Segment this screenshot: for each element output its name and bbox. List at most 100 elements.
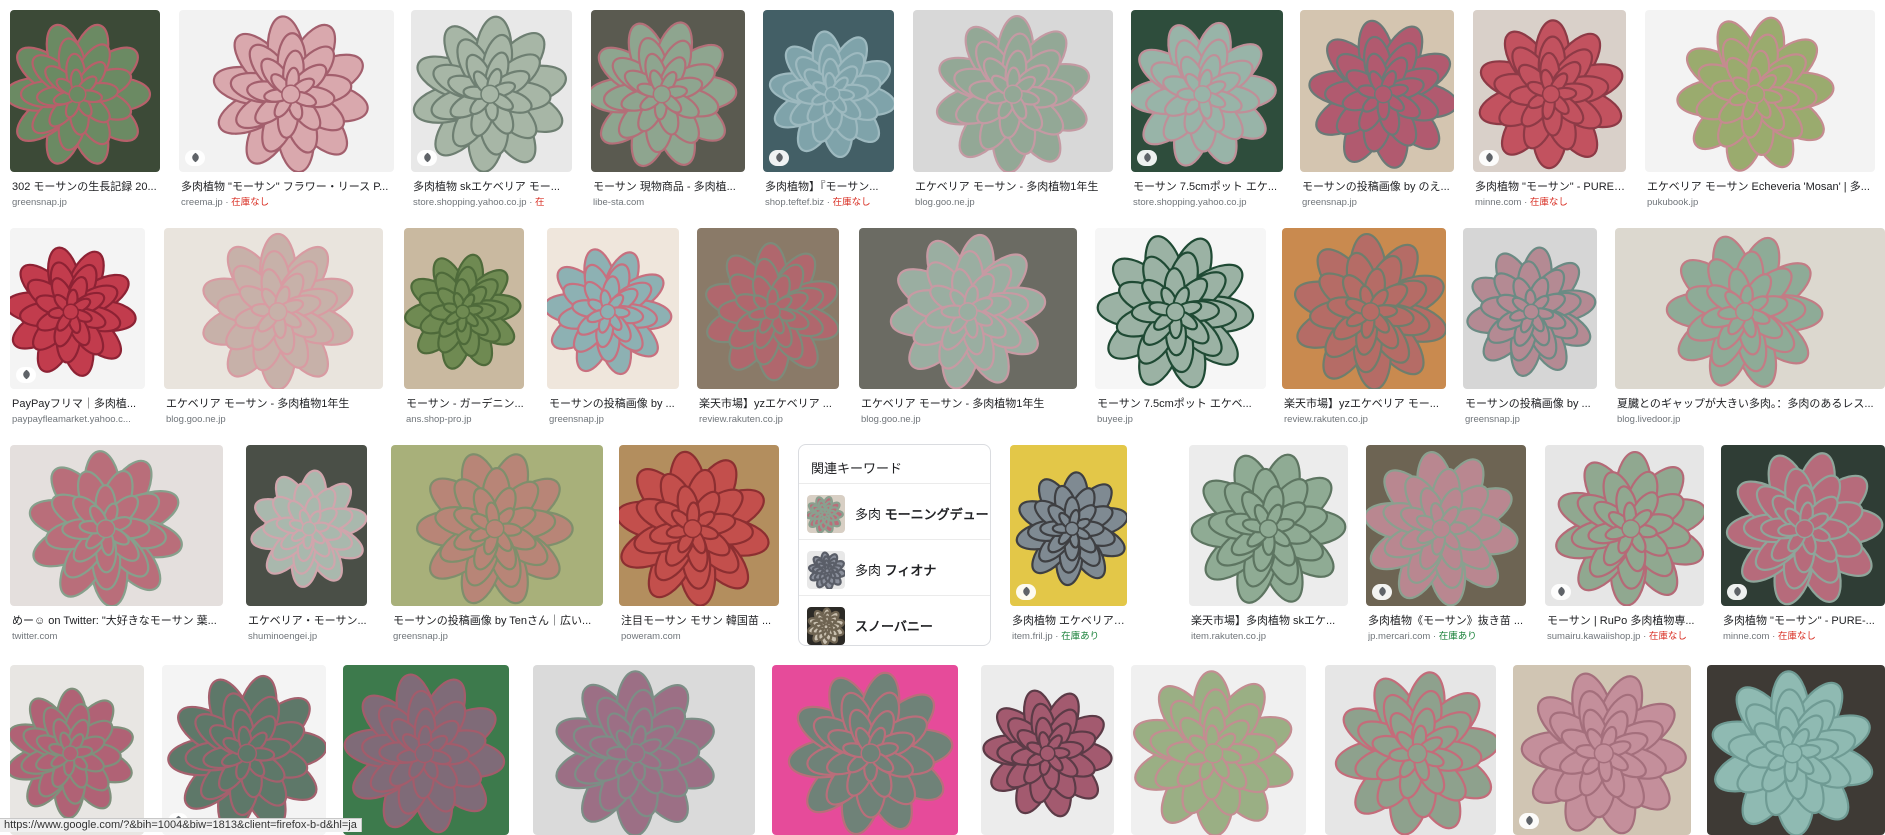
image-thumbnail[interactable]: [179, 10, 394, 172]
image-result-tile[interactable]: 楽天市場】yzエケベリア ... review.rakuten.co.jp: [697, 228, 839, 425]
image-thumbnail[interactable]: [1366, 445, 1526, 606]
image-thumbnail[interactable]: [619, 445, 779, 606]
image-result-tile[interactable]: [533, 665, 755, 835]
image-caption[interactable]: 注目モーサン モサン 韓国苗 ...: [621, 614, 779, 628]
image-result-tile[interactable]: モーサン 現物商品 - 多肉植... libe-sta.com: [591, 10, 745, 208]
image-thumbnail[interactable]: [1282, 228, 1446, 389]
image-result-tile[interactable]: [981, 665, 1114, 835]
image-caption[interactable]: エケベリア モーサン - 多肉植物1年生: [861, 397, 1077, 411]
image-thumbnail[interactable]: [411, 10, 572, 172]
image-result-tile[interactable]: エケベリア・モーサン... shuminoengei.jp: [246, 445, 367, 642]
image-caption[interactable]: 多肉植物 skエケベリア モー...: [413, 180, 572, 194]
image-thumbnail[interactable]: [1095, 228, 1266, 389]
image-caption[interactable]: エケベリア・モーサン...: [248, 614, 367, 628]
image-caption[interactable]: 多肉植物】『モーサン...: [765, 180, 894, 194]
image-caption[interactable]: 夏臓とのギャップが大きい多肉。：多肉のあるレス...: [1617, 397, 1885, 411]
related-keyword-item[interactable]: 多肉 モーニングデュー: [799, 483, 990, 540]
image-thumbnail[interactable]: [913, 10, 1113, 172]
image-caption[interactable]: 多肉植物《モーサン》抜き苗 ...: [1368, 614, 1526, 628]
image-thumbnail[interactable]: [1645, 10, 1875, 172]
image-caption[interactable]: めー☺ on Twitter: "大好きなモーサン 葉...: [12, 614, 223, 628]
image-caption[interactable]: 楽天市場】yzエケベリア モー...: [1284, 397, 1446, 411]
image-result-tile[interactable]: 多肉植物 "モーサン" - PURE-... minne.com · 在庫なし: [1473, 10, 1626, 208]
image-thumbnail[interactable]: [391, 445, 603, 606]
image-result-tile[interactable]: 楽天市場】yzエケベリア モー... review.rakuten.co.jp: [1282, 228, 1446, 425]
image-caption[interactable]: モーサンの投稿画像 by ...: [1465, 397, 1597, 411]
image-thumbnail[interactable]: [1721, 445, 1885, 606]
image-result-tile[interactable]: [162, 665, 326, 835]
image-thumbnail[interactable]: [164, 228, 383, 389]
image-caption[interactable]: モーサンの投稿画像 by Tenさん｜広い...: [393, 614, 603, 628]
image-caption[interactable]: モーサン 現物商品 - 多肉植...: [593, 180, 745, 194]
image-thumbnail[interactable]: [1189, 445, 1348, 606]
image-thumbnail[interactable]: [162, 665, 326, 835]
image-result-tile[interactable]: モーサンの投稿画像 by ... greensnap.jp: [1463, 228, 1597, 425]
image-thumbnail[interactable]: [10, 10, 160, 172]
image-thumbnail[interactable]: [1131, 665, 1306, 835]
image-caption[interactable]: 多肉植物 "モーサン" フラワー・リース P...: [181, 180, 394, 194]
image-thumbnail[interactable]: [1325, 665, 1496, 835]
image-result-tile[interactable]: モーサンの投稿画像 by のえ... greensnap.jp: [1300, 10, 1454, 208]
image-caption[interactable]: 多肉植物 "モーサン" - PURE-...: [1475, 180, 1626, 194]
image-caption[interactable]: モーサン 7.5cmポット エケベ...: [1097, 397, 1266, 411]
image-thumbnail[interactable]: [1131, 10, 1283, 172]
image-result-tile[interactable]: エケベリア モーサン Echeveria 'Mosan' | 多... pukub…: [1645, 10, 1875, 208]
image-result-tile[interactable]: モーサン - ガーデニン... ans.shop-pro.jp: [404, 228, 524, 425]
image-thumbnail[interactable]: [547, 228, 679, 389]
image-caption[interactable]: PayPayフリマ｜多肉植...: [12, 397, 145, 411]
image-result-tile[interactable]: 多肉植物】『モーサン... shop.teftef.biz · 在庫なし: [763, 10, 894, 208]
image-result-tile[interactable]: エケベリア モーサン - 多肉植物1年生 blog.goo.ne.jp: [164, 228, 383, 425]
image-thumbnail[interactable]: [1545, 445, 1704, 606]
image-result-tile[interactable]: [1707, 665, 1885, 835]
image-caption[interactable]: 楽天市場】yzエケベリア ...: [699, 397, 839, 411]
image-thumbnail[interactable]: [981, 665, 1114, 835]
image-thumbnail[interactable]: [1615, 228, 1885, 389]
image-result-tile[interactable]: 夏臓とのギャップが大きい多肉。：多肉のあるレス... blog.livedoor.…: [1615, 228, 1885, 425]
image-result-tile[interactable]: モーサンの投稿画像 by ... greensnap.jp: [547, 228, 679, 425]
image-thumbnail[interactable]: [859, 228, 1077, 389]
image-thumbnail[interactable]: [772, 665, 958, 835]
image-result-tile[interactable]: [1325, 665, 1496, 835]
image-thumbnail[interactable]: [343, 665, 509, 835]
image-caption[interactable]: モーサン | RuPo 多肉植物専...: [1547, 614, 1704, 628]
image-thumbnail[interactable]: [1463, 228, 1597, 389]
image-result-tile[interactable]: [1131, 665, 1306, 835]
image-thumbnail[interactable]: [1707, 665, 1885, 835]
image-result-tile[interactable]: 302 モーサンの生長記録 20... greensnap.jp: [10, 10, 160, 208]
image-result-tile[interactable]: [772, 665, 958, 835]
image-result-tile[interactable]: 多肉植物《モーサン》抜き苗 ... jp.mercari.com · 在庫あり: [1366, 445, 1526, 642]
image-caption[interactable]: モーサン 7.5cmポット エケ...: [1133, 180, 1283, 194]
image-caption[interactable]: エケベリア モーサン - 多肉植物1年生: [915, 180, 1113, 194]
image-thumbnail[interactable]: [763, 10, 894, 172]
image-result-tile[interactable]: エケベリア モーサン - 多肉植物1年生 blog.goo.ne.jp: [859, 228, 1077, 425]
image-thumbnail[interactable]: [1513, 665, 1691, 835]
image-result-tile[interactable]: エケベリア モーサン - 多肉植物1年生 blog.goo.ne.jp: [913, 10, 1113, 208]
image-caption[interactable]: 楽天市場】多肉植物 skエケ...: [1191, 614, 1348, 628]
related-keyword-item[interactable]: 多肉 フィオナ: [799, 539, 990, 596]
image-caption[interactable]: エケベリア モーサン Echeveria 'Mosan' | 多...: [1647, 180, 1875, 194]
image-result-tile[interactable]: 注目モーサン モサン 韓国苗 ... poweram.com: [619, 445, 779, 642]
image-thumbnail[interactable]: [697, 228, 839, 389]
image-thumbnail[interactable]: [246, 445, 367, 606]
image-thumbnail[interactable]: [404, 228, 524, 389]
image-result-tile[interactable]: 多肉植物 "モーサン" - PURE-... minne.com · 在庫なし: [1721, 445, 1885, 642]
image-thumbnail[interactable]: [10, 665, 144, 835]
image-caption[interactable]: モーサンの投稿画像 by のえ...: [1302, 180, 1454, 194]
image-result-tile[interactable]: モーサンの投稿画像 by Tenさん｜広い... greensnap.jp: [391, 445, 603, 642]
image-thumbnail[interactable]: [533, 665, 755, 835]
image-caption[interactable]: モーサン - ガーデニン...: [406, 397, 524, 411]
image-result-tile[interactable]: めー☺ on Twitter: "大好きなモーサン 葉... twitter.co…: [10, 445, 223, 642]
image-result-tile[interactable]: モーサン 7.5cmポット エケベ... buyee.jp: [1095, 228, 1266, 425]
image-caption[interactable]: 多肉植物 "モーサン" - PURE-...: [1723, 614, 1885, 628]
image-caption[interactable]: 302 モーサンの生長記録 20...: [12, 180, 160, 194]
image-result-tile[interactable]: 多肉植物 skエケベリア モー... store.shopping.yahoo.c…: [411, 10, 572, 208]
image-thumbnail[interactable]: [1300, 10, 1454, 172]
image-result-tile[interactable]: 楽天市場】多肉植物 skエケ... item.rakuten.co.jp: [1189, 445, 1348, 642]
image-result-tile[interactable]: [10, 665, 144, 835]
image-thumbnail[interactable]: [10, 445, 223, 606]
related-keyword-item[interactable]: スノーバニー: [799, 595, 990, 652]
image-caption[interactable]: エケベリア モーサン - 多肉植物1年生: [166, 397, 383, 411]
image-result-tile[interactable]: モーサン 7.5cmポット エケ... store.shopping.yahoo.…: [1131, 10, 1283, 208]
image-thumbnail[interactable]: [1473, 10, 1626, 172]
image-caption[interactable]: モーサンの投稿画像 by ...: [549, 397, 679, 411]
